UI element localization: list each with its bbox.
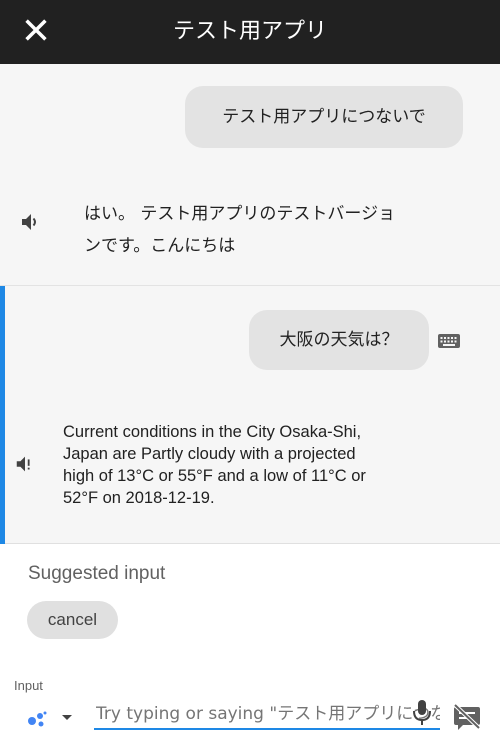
assistant-message-line: Current conditions in the City Osaka-Shi… bbox=[63, 423, 362, 441]
user-message-bubble[interactable]: テスト用アプリにつないで bbox=[185, 86, 463, 148]
assistant-message-line: Japan are Partly cloudy with a projected bbox=[63, 445, 356, 463]
input-label: Input bbox=[14, 678, 43, 693]
user-message-text: 大阪の天気は？ bbox=[279, 330, 399, 350]
microphone-icon bbox=[413, 700, 431, 725]
app-header: テスト用アプリ bbox=[0, 0, 500, 64]
assistant-message-line: ンです。こんにちは bbox=[84, 236, 236, 256]
keyboard-icon bbox=[437, 332, 461, 350]
assistant-dots-icon bbox=[28, 711, 72, 727]
microphone-button[interactable] bbox=[411, 698, 433, 728]
active-exchange-indicator bbox=[0, 286, 5, 544]
assistant-message-line: high of 13°C or 55°F and a low of 11°C o… bbox=[63, 467, 366, 485]
speaker-icon[interactable] bbox=[19, 210, 43, 234]
query-input[interactable] bbox=[94, 700, 440, 730]
assistant-selector[interactable] bbox=[26, 705, 78, 729]
assistant-message: はい。 テスト用アプリのテストバージョ ンです。こんにちは bbox=[84, 198, 395, 262]
assistant-message-line: 52°F on 2018-12-19. bbox=[63, 489, 215, 507]
speaker-muted-icon[interactable] bbox=[14, 453, 36, 475]
assistant-message: Current conditions in the City Osaka-Shi… bbox=[63, 421, 366, 509]
user-message-bubble[interactable]: 大阪の天気は？ bbox=[249, 310, 429, 370]
suggestion-chip-cancel[interactable]: cancel bbox=[27, 601, 118, 639]
app-title: テスト用アプリ bbox=[172, 19, 327, 44]
assistant-message-line: はい。 テスト用アプリのテストバージョ bbox=[84, 204, 396, 224]
suggested-input-heading: Suggested input bbox=[28, 563, 166, 584]
user-message-text: テスト用アプリにつないで bbox=[222, 107, 426, 127]
no-screen-icon bbox=[453, 703, 481, 730]
input-panel: Suggested input cancel Input bbox=[0, 545, 500, 753]
display-toggle-button[interactable] bbox=[452, 703, 482, 731]
chevron-down-icon bbox=[62, 715, 72, 720]
conversation-panel: テスト用アプリにつないで はい。 テスト用アプリのテストバージョ ンです。こんに… bbox=[0, 64, 500, 544]
divider bbox=[0, 285, 500, 286]
